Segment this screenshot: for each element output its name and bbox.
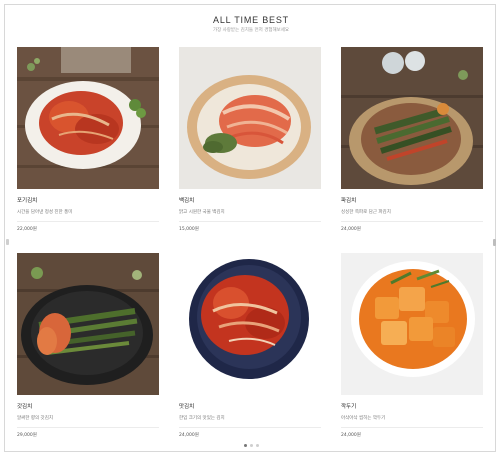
product-name[interactable]: 포기김치	[17, 196, 159, 204]
product-name[interactable]: 백김치	[179, 196, 321, 204]
green-onion-kimchi-wooden-plate-icon[interactable]	[341, 47, 483, 189]
section-subtitle: 가장 사랑받는 김치들 먼저 경험해보세요	[212, 28, 290, 33]
product-card[interactable]: 맛김치 한입 크기의 맛있는 김치 24,000원	[179, 253, 321, 441]
white-kimchi-wooden-plate-icon[interactable]	[179, 47, 321, 189]
divider	[179, 221, 321, 222]
product-card[interactable]: 포기김치 시간을 담아낸 정성 진한 풍미 22,000원	[17, 47, 159, 253]
product-description: 싱싱한 쪽파로 담근 파김치	[341, 210, 391, 215]
divider	[341, 221, 483, 222]
product-description: 한입 크기의 맛있는 김치	[179, 416, 225, 421]
product-name[interactable]: 갓김치	[17, 402, 159, 410]
product-description: 아삭아삭 씹히는 깍두기	[341, 416, 386, 421]
product-name[interactable]: 맛김치	[179, 402, 321, 410]
product-description: 시간을 담아낸 정성 진한 풍미	[17, 210, 73, 215]
mustard-leaf-kimchi-black-plate-icon[interactable]	[17, 253, 159, 395]
product-price: 29,000원	[17, 433, 37, 438]
product-price: 24,000원	[341, 433, 361, 438]
divider	[179, 427, 321, 428]
product-card[interactable]: 백김치 맑고 시원한 국물 백김치 15,000원	[179, 47, 321, 253]
divider	[341, 427, 483, 428]
product-card[interactable]: 갓김치 알싸한 향의 갓김치 29,000원	[17, 253, 159, 441]
product-description: 맑고 시원한 국물 백김치	[179, 210, 225, 215]
kimchi-cabbage-white-plate-icon[interactable]	[17, 47, 159, 189]
pagination-dot[interactable]	[243, 444, 247, 447]
section-title: ALL TIME BEST	[213, 15, 289, 25]
pagination-dot[interactable]	[255, 444, 259, 447]
divider	[17, 427, 159, 428]
divider	[17, 221, 159, 222]
product-name[interactable]: 깍두기	[341, 402, 483, 410]
product-card[interactable]: 파김치 싱싱한 쪽파로 담근 파김치 24,000원	[341, 47, 483, 253]
product-name[interactable]: 파김치	[341, 196, 483, 204]
pagination-dot[interactable]	[249, 444, 253, 447]
product-description: 알싸한 향의 갓김치	[17, 416, 53, 421]
carousel-pagination	[0, 444, 502, 447]
product-price: 24,000원	[341, 227, 361, 232]
product-price: 22,000원	[17, 227, 37, 232]
carousel-prev-handle[interactable]	[6, 239, 9, 245]
product-grid: 포기김치 시간을 담아낸 정성 진한 풍미 22,000원 백김치 맑고 시원한…	[17, 47, 483, 441]
product-price: 15,000원	[179, 227, 199, 232]
kimchi-navy-bowl-icon[interactable]	[179, 253, 321, 395]
carousel-next-handle[interactable]	[493, 239, 496, 246]
radish-kimchi-cubes-icon[interactable]	[341, 253, 483, 395]
product-card[interactable]: 깍두기 아삭아삭 씹히는 깍두기 24,000원	[341, 253, 483, 441]
product-price: 24,000원	[179, 433, 199, 438]
